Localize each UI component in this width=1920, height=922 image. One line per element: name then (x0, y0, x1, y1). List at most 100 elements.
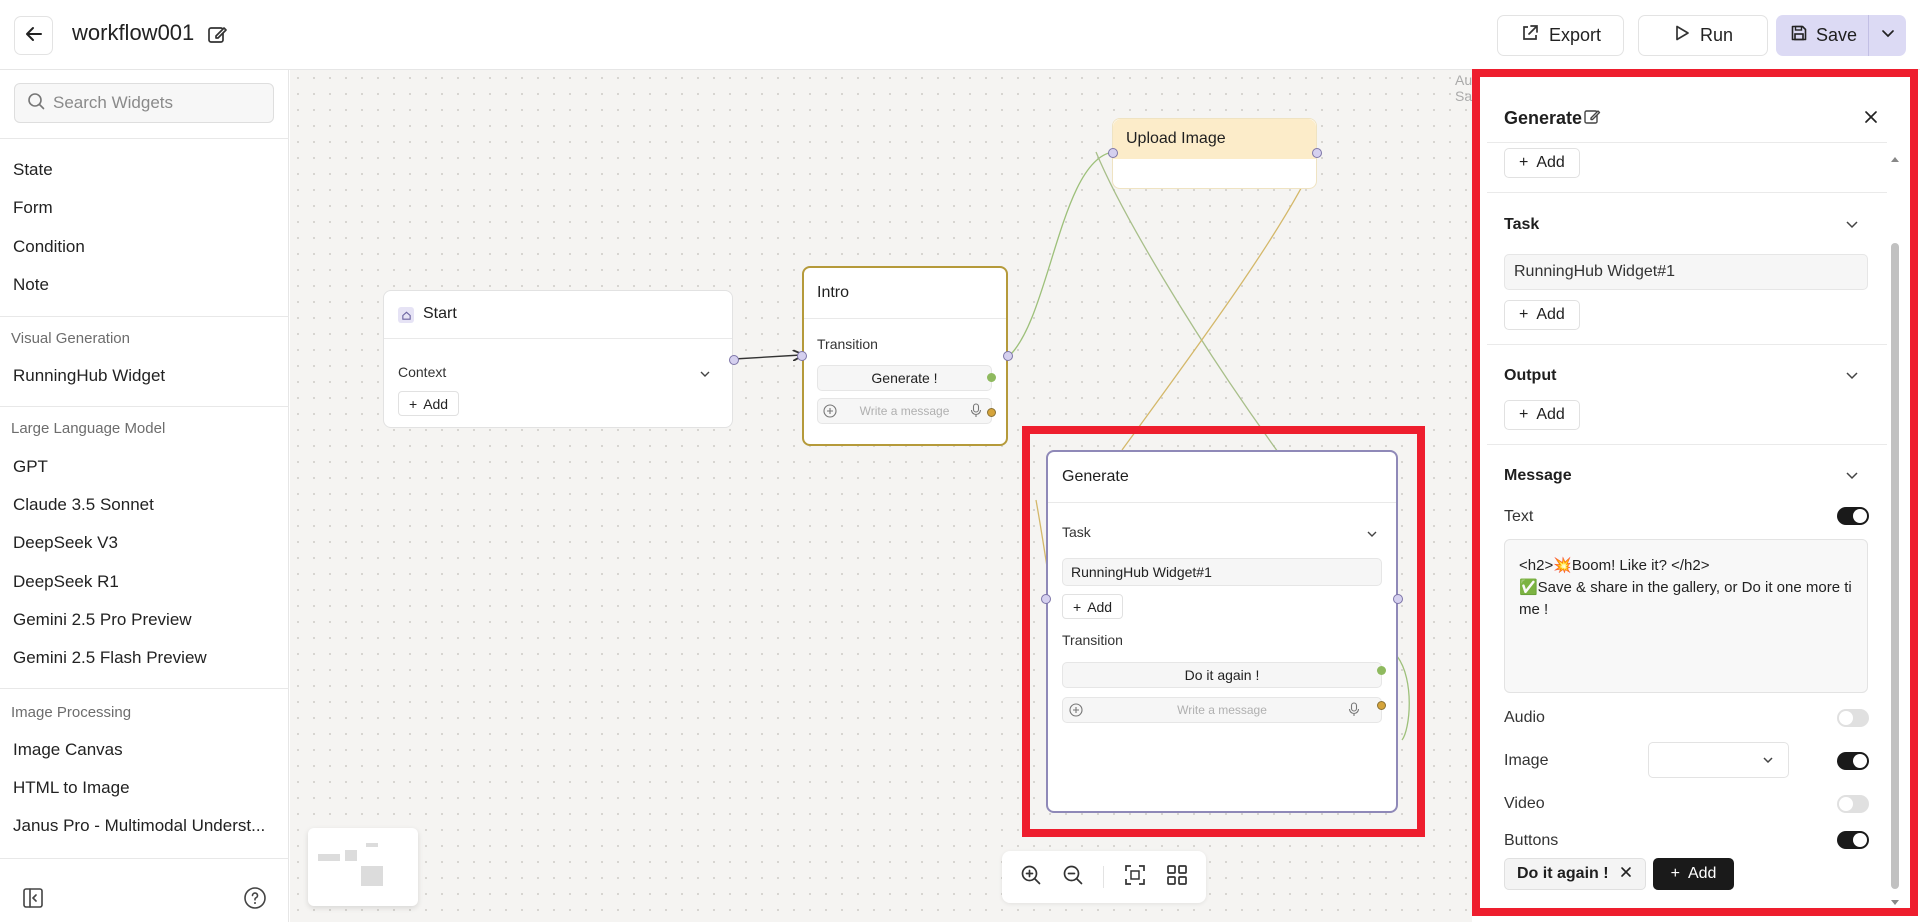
workflow-canvas[interactable]: Start Context + Add Intro Transition Gen… (290, 70, 1472, 922)
chevron-down-icon[interactable] (699, 367, 711, 385)
sidebar-divider (0, 316, 289, 317)
image-select[interactable] (1648, 742, 1789, 778)
upload-input-port[interactable] (1108, 148, 1118, 158)
search-input[interactable] (53, 93, 253, 113)
sidebar-item-condition[interactable]: Condition (13, 237, 85, 257)
grid-layout-icon[interactable] (1165, 863, 1189, 892)
play-icon (1673, 24, 1691, 47)
home-icon (398, 307, 414, 323)
close-icon[interactable] (1862, 108, 1880, 131)
task-add-button[interactable]: + Add (1062, 594, 1124, 619)
chevron-down-icon[interactable] (1844, 367, 1860, 388)
scrollbar-thumb[interactable] (1891, 243, 1899, 889)
task-add-button[interactable]: + Add (1504, 300, 1580, 330)
plus-circle-icon[interactable] (1069, 703, 1083, 722)
chevron-down-icon[interactable] (1844, 216, 1860, 237)
generate-transition-button[interactable]: Generate ! (817, 365, 992, 391)
message-port[interactable] (1377, 701, 1386, 710)
save-dropdown-button[interactable] (1869, 15, 1906, 56)
message-input[interactable]: Write a message (1062, 697, 1382, 723)
do-it-again-port[interactable] (1377, 666, 1386, 675)
sidebar-item-state[interactable]: State (13, 160, 53, 180)
sidebar-item-form[interactable]: Form (13, 198, 53, 218)
help-icon[interactable] (243, 886, 267, 915)
start-node[interactable]: Start Context + Add (383, 290, 733, 428)
image-toggle[interactable] (1837, 752, 1869, 770)
run-button[interactable]: Run (1638, 15, 1769, 56)
save-icon (1790, 24, 1808, 47)
sidebar-item-janus-pro[interactable]: Janus Pro - Multimodal Underst... (13, 816, 265, 836)
message-port[interactable] (987, 408, 996, 417)
search-box[interactable] (14, 83, 274, 123)
sidebar-divider (0, 688, 289, 689)
do-it-again-transition-button[interactable]: Do it again ! (1062, 662, 1382, 688)
panel-divider (1487, 192, 1887, 193)
chevron-down-icon (1880, 25, 1896, 46)
intro-output-port[interactable] (1003, 351, 1013, 361)
sidebar-divider (0, 406, 289, 407)
edit-name-icon[interactable] (1583, 108, 1601, 131)
task-section-title: Task (1504, 216, 1540, 233)
intro-node[interactable]: Intro Transition Generate ! Write a mess… (802, 266, 1008, 446)
zoom-in-icon[interactable] (1019, 863, 1043, 892)
microphone-icon[interactable] (1348, 702, 1360, 722)
panel-top-add-button[interactable]: + Add (1504, 148, 1580, 178)
chevron-down-icon[interactable] (1844, 467, 1860, 488)
generate-transition-port[interactable] (987, 373, 996, 382)
plus-circle-icon[interactable] (823, 404, 837, 423)
sidebar-item-claude[interactable]: Claude 3.5 Sonnet (13, 495, 154, 515)
minimap[interactable] (308, 828, 418, 906)
sidebar-item-html-to-image[interactable]: HTML to Image (13, 778, 130, 798)
task-select[interactable]: RunningHub Widget#1 (1062, 558, 1382, 586)
text-toggle[interactable] (1837, 507, 1869, 525)
upload-output-port[interactable] (1312, 148, 1322, 158)
audio-toggle[interactable] (1837, 709, 1869, 727)
context-add-button[interactable]: + Add (398, 391, 460, 416)
fit-view-icon[interactable] (1123, 863, 1147, 892)
video-toggle[interactable] (1837, 795, 1869, 813)
run-label: Run (1700, 25, 1734, 45)
collapse-sidebar-icon[interactable] (21, 886, 45, 915)
upload-node-title: Upload Image (1126, 130, 1226, 147)
plus-icon: + (1519, 154, 1529, 171)
node-divider (1048, 502, 1396, 503)
sidebar-item-deepseek-r1[interactable]: DeepSeek R1 (13, 572, 119, 592)
chevron-down-icon[interactable] (1366, 527, 1378, 545)
plus-icon: + (1519, 406, 1529, 423)
buttons-toggle[interactable] (1837, 831, 1869, 849)
sidebar-item-note[interactable]: Note (13, 275, 49, 295)
message-text-area[interactable]: <h2>💥Boom! Like it? </h2> ✅Save & share … (1504, 539, 1868, 693)
generate-output-port[interactable] (1393, 594, 1403, 604)
message-input[interactable]: Write a message (817, 398, 992, 424)
workflow-title: workflow001 (72, 20, 195, 45)
sidebar-item-image-canvas[interactable]: Image Canvas (13, 740, 123, 760)
sidebar-item-gpt[interactable]: GPT (13, 457, 48, 477)
generate-node[interactable]: Generate Task RunningHub Widget#1 + Add … (1046, 450, 1398, 813)
close-icon[interactable] (1619, 865, 1633, 884)
sidebar-item-deepseek-v3[interactable]: DeepSeek V3 (13, 533, 118, 553)
add-label: Add (1536, 154, 1565, 171)
add-button-button[interactable]: + Add (1653, 858, 1734, 890)
zoom-out-icon[interactable] (1061, 863, 1085, 892)
zoom-toolbar (1002, 851, 1206, 903)
export-button[interactable]: Export (1497, 15, 1625, 56)
task-select[interactable]: RunningHub Widget#1 (1504, 254, 1868, 290)
buttons-label: Buttons (1504, 832, 1559, 849)
button-chip[interactable]: Do it again ! (1504, 858, 1646, 890)
sidebar-item-runninghub-widget[interactable]: RunningHub Widget (13, 366, 165, 386)
output-add-button[interactable]: + Add (1504, 400, 1580, 430)
sidebar-divider (0, 858, 289, 859)
sidebar-item-gemini-flash[interactable]: Gemini 2.5 Flash Preview (13, 648, 207, 668)
microphone-icon[interactable] (970, 403, 982, 423)
edit-title-icon[interactable] (206, 24, 228, 51)
start-output-port[interactable] (729, 355, 739, 365)
upload-image-node[interactable]: Upload Image (1112, 118, 1317, 189)
scroll-down-icon[interactable] (1890, 894, 1900, 912)
generate-input-port[interactable] (1041, 594, 1051, 604)
export-icon (1520, 23, 1540, 48)
intro-input-port[interactable] (797, 351, 807, 361)
scroll-up-icon[interactable] (1890, 150, 1900, 168)
sidebar-item-gemini-pro[interactable]: Gemini 2.5 Pro Preview (13, 610, 192, 630)
save-button[interactable]: Save (1776, 15, 1868, 56)
back-button[interactable] (14, 16, 53, 55)
